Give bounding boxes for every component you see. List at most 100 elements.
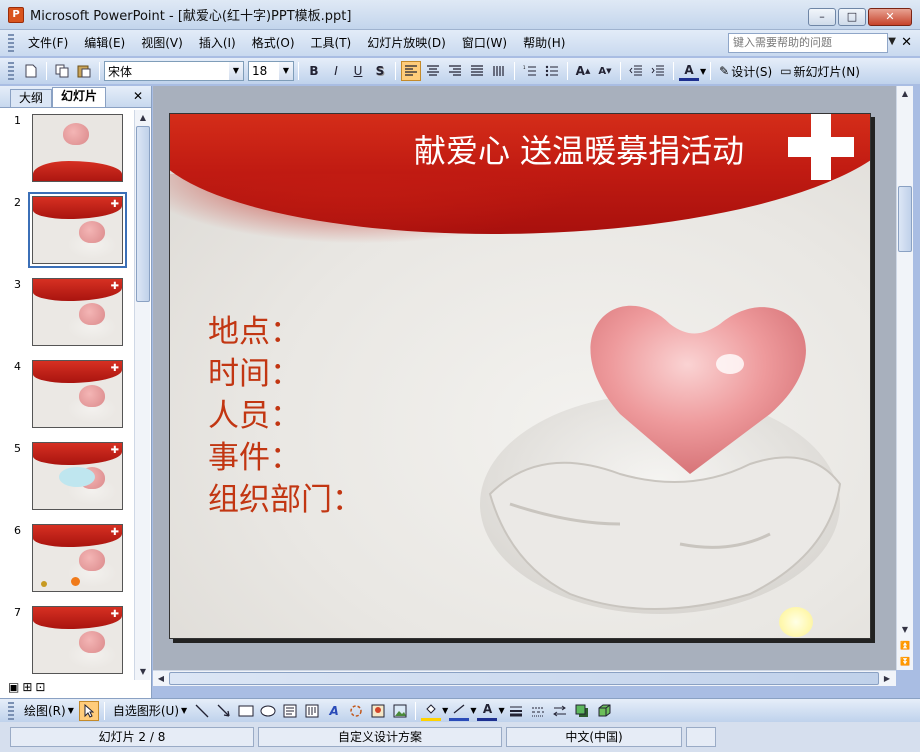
toolbar-grip[interactable] <box>8 701 14 720</box>
align-center-icon[interactable] <box>423 61 443 81</box>
menu-slideshow[interactable]: 幻灯片放映(D) <box>359 30 454 56</box>
text-direction-icon[interactable] <box>489 61 509 81</box>
chevron-down-icon[interactable]: ▼ <box>498 706 504 715</box>
scroll-right-icon[interactable]: ▶ <box>879 671 895 687</box>
slide-thumbnail[interactable]: ✚ <box>32 606 123 674</box>
slide-thumb-row[interactable]: 4 ✚ <box>0 356 134 428</box>
menu-file[interactable]: 文件(F) <box>20 30 76 56</box>
field-time[interactable]: 时间： <box>208 348 301 393</box>
vertical-scrollbar[interactable]: ▲ ▼ ⏫ ⏬ <box>896 86 913 670</box>
slide-thumb-row[interactable]: 7 ✚ <box>0 602 134 674</box>
rectangle-icon[interactable] <box>236 701 256 721</box>
menu-format[interactable]: 格式(O) <box>244 30 303 56</box>
increase-indent-icon[interactable] <box>648 61 668 81</box>
scrollbar-thumb[interactable] <box>898 186 912 252</box>
chevron-down-icon[interactable]: ▼ <box>700 67 706 76</box>
slide-thumbnail[interactable]: ✚ <box>32 278 123 346</box>
chevron-down-icon[interactable]: ▼ <box>442 706 448 715</box>
line-style-icon[interactable] <box>506 701 526 721</box>
design-button[interactable]: ✎ 设计(S) <box>715 61 776 81</box>
align-left-icon[interactable] <box>401 61 421 81</box>
arrow-icon[interactable] <box>214 701 234 721</box>
chevron-down-icon[interactable]: ▼ <box>279 62 293 80</box>
toolbar-grip[interactable] <box>8 34 14 52</box>
field-organizer[interactable]: 组织部门： <box>208 474 363 519</box>
document-close-icon[interactable]: ✕ <box>901 35 912 50</box>
next-slide-icon[interactable]: ⏬ <box>897 654 913 670</box>
scroll-up-icon[interactable]: ▲ <box>135 110 151 126</box>
slide-canvas[interactable]: 献爱心 送温暖募捐活动 地点： 时间： 人员： 事件： 组织部门： <box>169 113 871 639</box>
autoshapes-menu-button[interactable]: 自选图形(U) ▼ <box>109 701 191 721</box>
slide-thumbnail[interactable]: ✚ <box>32 524 123 592</box>
draw-font-color-icon[interactable]: A <box>477 701 498 721</box>
align-right-icon[interactable] <box>445 61 465 81</box>
oval-icon[interactable] <box>258 701 278 721</box>
menu-insert[interactable]: 插入(I) <box>191 30 244 56</box>
slide-title[interactable]: 献爱心 送温暖募捐活动 <box>414 126 744 172</box>
decrease-indent-icon[interactable] <box>626 61 646 81</box>
fill-color-icon[interactable] <box>421 701 442 721</box>
slide-thumbnail[interactable]: ✚ <box>32 442 123 510</box>
slide-thumbnail-selected[interactable]: ✚ <box>28 192 127 268</box>
tab-slides[interactable]: 幻灯片 <box>52 87 107 107</box>
slide-thumb-row[interactable]: 1 <box>0 110 134 182</box>
copy-icon[interactable] <box>52 61 72 81</box>
scrollbar-thumb[interactable] <box>136 126 150 302</box>
close-icon[interactable]: ✕ <box>133 89 143 103</box>
clipart-icon[interactable] <box>368 701 388 721</box>
field-location[interactable]: 地点： <box>208 306 301 351</box>
menu-view[interactable]: 视图(V) <box>133 30 191 56</box>
tab-outline[interactable]: 大纲 <box>10 89 53 107</box>
line-color-icon[interactable] <box>449 701 470 721</box>
scroll-up-icon[interactable]: ▲ <box>897 86 913 102</box>
font-name-select[interactable]: 宋体 ▼ <box>104 61 244 81</box>
underline-button[interactable]: U <box>348 61 368 81</box>
slide-thumb-row[interactable]: 5 ✚ <box>0 438 134 510</box>
scrollbar-thumb[interactable] <box>169 672 879 685</box>
toolbar-grip[interactable] <box>8 62 14 80</box>
3d-style-icon[interactable] <box>594 701 614 721</box>
field-event[interactable]: 事件： <box>208 432 301 477</box>
menu-window[interactable]: 窗口(W) <box>454 30 515 56</box>
font-size-select[interactable]: 18 ▼ <box>248 61 294 81</box>
vertical-textbox-icon[interactable] <box>302 701 322 721</box>
increase-font-icon[interactable]: A ▲ <box>573 61 593 81</box>
scroll-left-icon[interactable]: ◀ <box>153 671 169 687</box>
scroll-down-icon[interactable]: ▼ <box>135 664 151 680</box>
scroll-down-icon[interactable]: ▼ <box>897 622 913 638</box>
slideshow-icon[interactable]: ⊡ <box>35 680 45 694</box>
slide-thumb-row[interactable]: 2 ✚ <box>0 192 134 268</box>
menu-edit[interactable]: 编辑(E) <box>76 30 133 56</box>
help-search-input[interactable]: 键入需要帮助的问题 <box>728 33 888 53</box>
chevron-down-icon[interactable]: ▼ <box>229 62 243 80</box>
dash-style-icon[interactable] <box>528 701 548 721</box>
thumbnail-scrollbar[interactable]: ▲ ▼ <box>134 110 150 680</box>
close-button[interactable]: ✕ <box>868 8 912 26</box>
slide-thumb-row[interactable]: 3 ✚ <box>0 274 134 346</box>
bold-button[interactable]: B <box>304 61 324 81</box>
slide-thumb-row[interactable]: 6 ✚ <box>0 520 134 592</box>
textbox-icon[interactable] <box>280 701 300 721</box>
bullets-icon[interactable] <box>542 61 562 81</box>
restore-button[interactable]: □ <box>838 8 866 26</box>
picture-icon[interactable] <box>390 701 410 721</box>
shadow-button[interactable]: S <box>370 61 390 81</box>
new-slide-button[interactable]: ▭ 新幻灯片(N) <box>776 61 864 81</box>
horizontal-scrollbar[interactable]: ◀ ▶ <box>153 670 896 686</box>
new-document-icon[interactable] <box>21 61 41 81</box>
distribute-icon[interactable] <box>467 61 487 81</box>
chevron-down-icon[interactable]: ▼ <box>888 36 896 47</box>
numbering-icon[interactable]: 1 <box>520 61 540 81</box>
wordart-icon[interactable]: A <box>324 701 344 721</box>
minimize-button[interactable]: – <box>808 8 836 26</box>
slide-thumbnail[interactable] <box>32 114 123 182</box>
select-pointer-icon[interactable] <box>78 700 99 721</box>
decrease-font-icon[interactable]: A ▼ <box>595 61 615 81</box>
previous-slide-icon[interactable]: ⏫ <box>897 638 913 654</box>
font-color-icon[interactable]: A <box>679 61 699 81</box>
draw-menu-button[interactable]: 绘图(R) ▼ <box>20 701 78 721</box>
arrow-style-icon[interactable] <box>550 701 570 721</box>
line-icon[interactable] <box>192 701 212 721</box>
slide-sorter-icon[interactable]: ⊞ <box>22 680 32 694</box>
diagram-icon[interactable] <box>346 701 366 721</box>
